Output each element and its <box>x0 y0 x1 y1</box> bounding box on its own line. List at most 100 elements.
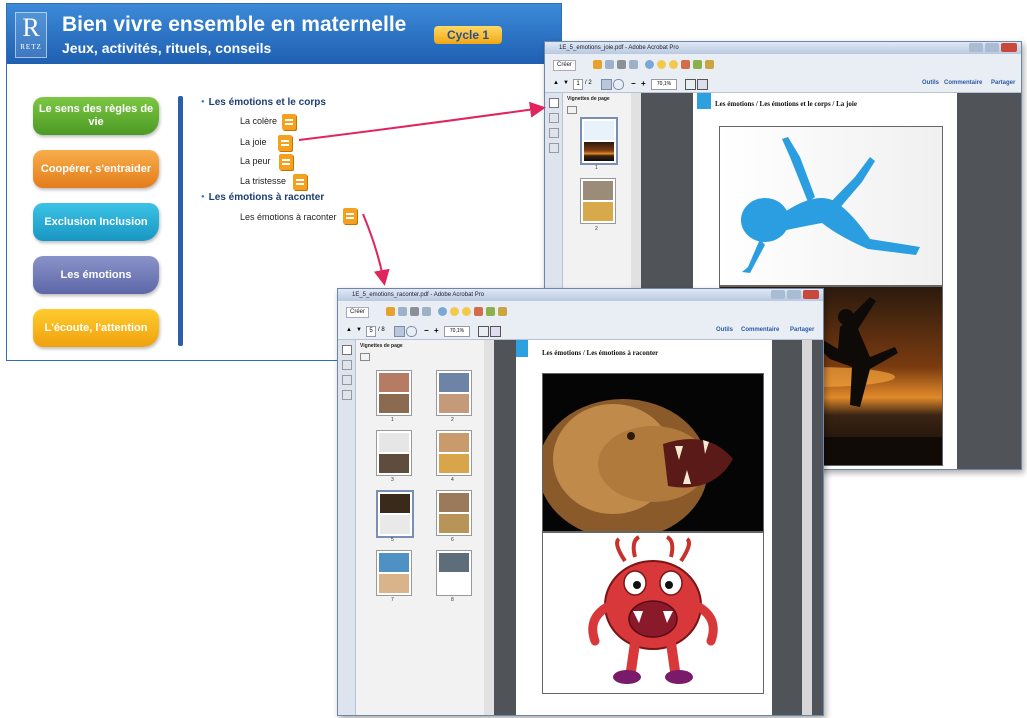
share-link[interactable]: Partager <box>991 80 1015 86</box>
page-number-field[interactable]: 1 <box>573 79 583 90</box>
page-thumbnail[interactable] <box>376 430 412 476</box>
forms-icon[interactable] <box>705 60 714 69</box>
zoom-field[interactable]: 70,1% <box>651 79 677 90</box>
panel-splitter[interactable] <box>484 340 494 715</box>
previous-page-icon[interactable]: ▲ <box>346 327 352 333</box>
zoom-field[interactable]: 70,1% <box>444 326 470 337</box>
comment-link[interactable]: Commentaire <box>741 327 779 333</box>
attachment-icon[interactable] <box>549 128 559 138</box>
main-toolbar: Créer <box>338 301 823 324</box>
page-thumbnail[interactable] <box>436 490 472 536</box>
comment-link[interactable]: Commentaire <box>944 80 982 86</box>
maximize-icon[interactable] <box>985 43 999 52</box>
print-icon[interactable] <box>410 307 419 316</box>
minimize-icon[interactable] <box>969 43 983 52</box>
thumbnail-number: 7 <box>391 597 394 603</box>
review-icon[interactable] <box>486 307 495 316</box>
nav-button-emotions[interactable]: Les émotions <box>33 256 159 294</box>
save-icon[interactable] <box>605 60 614 69</box>
bookmark-icon[interactable] <box>342 360 352 370</box>
page-thumbnail[interactable] <box>376 370 412 416</box>
page-thumbnail[interactable] <box>436 430 472 476</box>
page-thumbnail[interactable] <box>376 550 412 596</box>
mail-icon[interactable] <box>629 60 638 69</box>
options-icon[interactable] <box>360 353 370 361</box>
zoom-in-icon[interactable]: + <box>434 326 439 335</box>
page-heading: Les émotions / Les émotions et le corps … <box>715 100 857 108</box>
save-icon[interactable] <box>398 307 407 316</box>
fit-width-icon[interactable] <box>478 326 489 337</box>
review-icon[interactable] <box>693 60 702 69</box>
sign-icon[interactable] <box>474 307 483 316</box>
signature-icon[interactable] <box>549 143 559 153</box>
highlight-icon[interactable] <box>669 60 678 69</box>
share-link[interactable]: Partager <box>790 327 814 333</box>
retz-logo: R RETZ <box>15 12 47 58</box>
page-thumbnail[interactable] <box>376 490 414 538</box>
tools-link[interactable]: Outils <box>716 327 733 333</box>
minimize-icon[interactable] <box>771 290 785 299</box>
page-thumbnail[interactable] <box>580 117 618 165</box>
item-joy[interactable]: La joie <box>240 137 267 147</box>
next-page-icon[interactable]: ▼ <box>563 80 569 86</box>
zoom-in-icon[interactable]: + <box>641 79 646 88</box>
fit-page-icon[interactable] <box>697 79 708 90</box>
signature-icon[interactable] <box>342 390 352 400</box>
zoom-out-icon[interactable]: − <box>631 79 636 88</box>
item-anger[interactable]: La colère <box>240 116 277 126</box>
page-thumbnail[interactable] <box>436 370 472 416</box>
fit-page-icon[interactable] <box>490 326 501 337</box>
pages-icon[interactable] <box>549 98 559 108</box>
close-icon[interactable] <box>1001 43 1017 52</box>
pdf-icon[interactable] <box>343 208 357 224</box>
pdf-icon[interactable] <box>278 135 292 151</box>
zoom-out-icon[interactable]: − <box>424 326 429 335</box>
comment-icon[interactable] <box>450 307 459 316</box>
pdf-icon[interactable] <box>293 174 307 190</box>
select-tool-icon[interactable] <box>601 79 612 90</box>
open-icon[interactable] <box>386 307 395 316</box>
nav-button-exclusion[interactable]: Exclusion Inclusion <box>33 203 159 241</box>
page-thumbnail[interactable] <box>436 550 472 596</box>
fit-width-icon[interactable] <box>685 79 696 90</box>
comment-icon[interactable] <box>657 60 666 69</box>
pdf-page: Les émotions / Les émotions à raconter <box>516 340 772 715</box>
tools-link[interactable]: Outils <box>922 80 939 86</box>
page-tab-marker <box>516 340 528 357</box>
nav-button-cooperate[interactable]: Coopérer, s'entraider <box>33 150 159 188</box>
mail-icon[interactable] <box>422 307 431 316</box>
pdf-icon[interactable] <box>282 114 296 130</box>
next-page-icon[interactable]: ▼ <box>356 327 362 333</box>
item-sadness[interactable]: La tristesse <box>240 176 286 186</box>
gear-icon[interactable] <box>438 307 447 316</box>
item-fear[interactable]: La peur <box>240 156 271 166</box>
thumbnail-number: 5 <box>391 537 394 543</box>
select-tool-icon[interactable] <box>394 326 405 337</box>
hand-tool-icon[interactable] <box>613 79 624 90</box>
bookmark-icon[interactable] <box>549 113 559 123</box>
page-total: / 2 <box>585 80 592 86</box>
pdf-icon[interactable] <box>279 154 293 170</box>
options-icon[interactable] <box>567 106 577 114</box>
open-icon[interactable] <box>593 60 602 69</box>
vertical-scrollbar[interactable] <box>802 340 812 715</box>
item-stories[interactable]: Les émotions à raconter <box>240 212 337 222</box>
page-number-field[interactable]: 5 <box>366 326 376 337</box>
thumbnail-number: 2 <box>451 417 454 423</box>
forms-icon[interactable] <box>498 307 507 316</box>
close-icon[interactable] <box>803 290 819 299</box>
page-thumbnail[interactable] <box>580 178 616 224</box>
sign-icon[interactable] <box>681 60 690 69</box>
attachment-icon[interactable] <box>342 375 352 385</box>
nav-button-rules[interactable]: Le sens des règles de vie <box>33 97 159 135</box>
pages-icon[interactable] <box>342 345 352 355</box>
create-button[interactable]: Créer <box>553 60 577 71</box>
print-icon[interactable] <box>617 60 626 69</box>
highlight-icon[interactable] <box>462 307 471 316</box>
nav-button-listening[interactable]: L'écoute, l'attention <box>33 309 159 347</box>
previous-page-icon[interactable]: ▲ <box>553 80 559 86</box>
gear-icon[interactable] <box>645 60 654 69</box>
create-button[interactable]: Créer <box>346 307 370 318</box>
hand-tool-icon[interactable] <box>406 326 417 337</box>
maximize-icon[interactable] <box>787 290 801 299</box>
